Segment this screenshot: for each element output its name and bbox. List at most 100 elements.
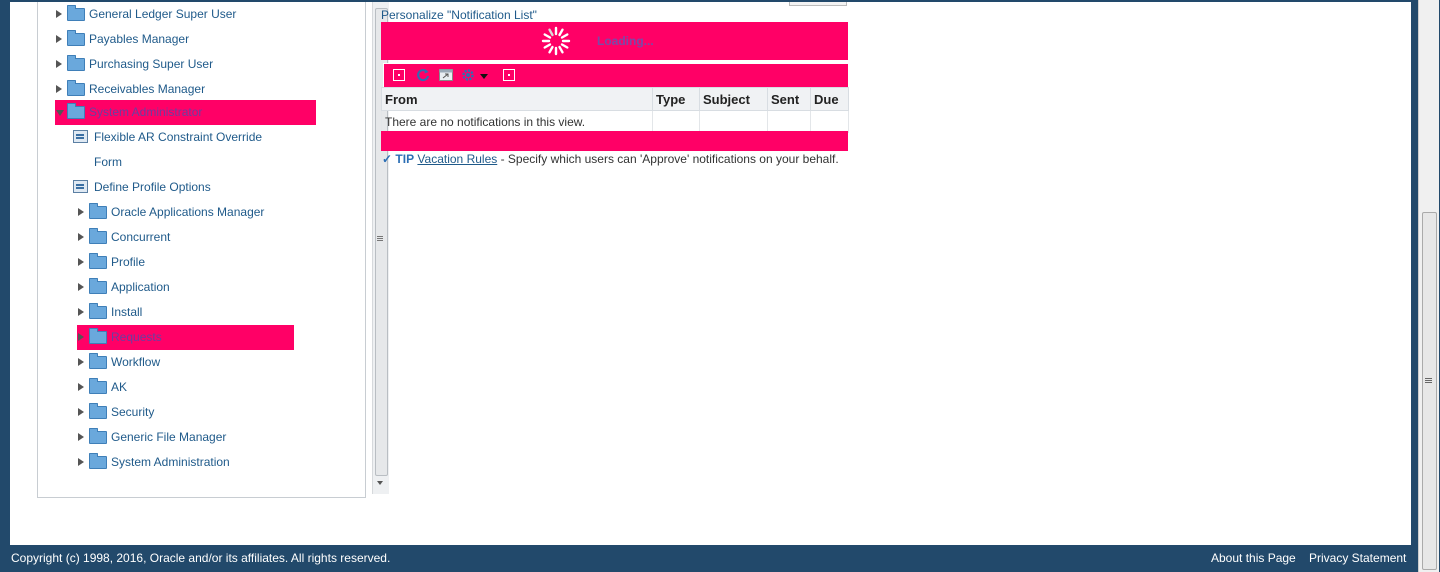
nav-item-label: Install — [111, 305, 143, 319]
detach-icon[interactable] — [439, 69, 453, 81]
table-footer-bar — [381, 131, 848, 151]
folder-icon — [89, 453, 107, 469]
table-row: There are no notifications in this view. — [381, 110, 849, 133]
expand-arrow-icon[interactable] — [78, 383, 84, 391]
folder-icon — [89, 303, 107, 319]
nav-item-oracle-applications-manager[interactable]: Oracle Applications Manager — [38, 200, 338, 225]
scroll-grip-icon — [377, 236, 383, 237]
nav-item-label: Concurrent — [111, 230, 171, 244]
folder-icon — [67, 30, 85, 46]
folder-icon — [89, 378, 107, 394]
nav-item-generic-file-manager[interactable]: Generic File Manager — [38, 425, 338, 450]
nav-item-system-administration[interactable]: System Administration — [38, 450, 338, 475]
refresh-icon[interactable] — [416, 68, 430, 82]
nav-item-payables-manager[interactable]: Payables Manager — [38, 27, 338, 52]
empty-message: There are no notifications in this view. — [381, 110, 653, 133]
nav-item-concurrent[interactable]: Concurrent — [38, 225, 338, 250]
nav-item-label: Profile — [111, 255, 146, 269]
checkmark-icon: ✓ — [382, 152, 393, 166]
nav-item-label: System Administration — [111, 455, 230, 469]
nav-item-ak[interactable]: AK — [38, 375, 338, 400]
column-header-sent[interactable]: Sent — [767, 87, 811, 111]
nav-item-label: Workflow — [111, 355, 161, 369]
nav-item-security[interactable]: Security — [38, 400, 338, 425]
select-all-checkbox[interactable] — [393, 69, 405, 81]
main-window: General Ledger Super User Payables Manag… — [10, 2, 1411, 545]
table-cell — [699, 110, 768, 133]
folder-icon — [89, 328, 107, 344]
worklist-toolbar — [383, 63, 849, 88]
column-header-from[interactable]: From — [381, 87, 653, 111]
nav-item-label: Security — [111, 405, 155, 419]
nav-item-label: Payables Manager — [89, 32, 190, 46]
nav-item-flexible-ar-constraint[interactable]: Flexible AR Constraint Override — [38, 125, 338, 150]
table-cell — [810, 110, 849, 133]
loading-overlay: Loading... — [381, 22, 848, 60]
nav-item-receivables-manager[interactable]: Receivables Manager — [38, 77, 338, 102]
nav-item-system-administrator[interactable]: System Administrator — [55, 100, 316, 125]
loading-text: Loading... — [597, 34, 654, 48]
nav-item-general-ledger[interactable]: General Ledger Super User — [38, 2, 338, 27]
nav-item-install[interactable]: Install — [38, 300, 338, 325]
page-scrollbar[interactable] — [1418, 0, 1439, 572]
expand-arrow-icon[interactable] — [56, 35, 62, 43]
expand-arrow-icon[interactable] — [78, 208, 84, 216]
navigator-panel: General Ledger Super User Payables Manag… — [37, 2, 389, 498]
footer: Copyright (c) 1998, 2016, Oracle and/or … — [0, 545, 1418, 572]
function-icon — [73, 130, 88, 143]
expand-arrow-icon[interactable] — [78, 358, 84, 366]
personalize-link[interactable]: Personalize "Notification List" — [381, 8, 537, 22]
top-button-edge[interactable] — [789, 2, 847, 6]
expand-arrow-icon[interactable] — [56, 85, 62, 93]
expand-arrow-icon[interactable] — [56, 10, 62, 18]
folder-icon — [67, 80, 85, 96]
folder-icon — [67, 103, 85, 119]
folder-icon — [67, 55, 85, 71]
tip-line: ✓ TIP Vacation Rules - Specify which use… — [382, 152, 839, 166]
scroll-grip-icon — [1425, 378, 1432, 379]
column-header-due[interactable]: Due — [810, 87, 849, 111]
expand-arrow-icon[interactable] — [56, 60, 62, 68]
folder-icon — [89, 403, 107, 419]
expand-arrow-icon[interactable] — [78, 333, 84, 341]
gear-icon[interactable] — [461, 68, 475, 82]
privacy-statement-link[interactable]: Privacy Statement — [1309, 551, 1406, 565]
nav-item-purchasing-super-user[interactable]: Purchasing Super User — [38, 52, 338, 77]
scroll-down-arrow-icon[interactable] — [377, 481, 383, 485]
scrollbar-thumb[interactable] — [1422, 212, 1437, 570]
column-header-type[interactable]: Type — [652, 87, 700, 111]
about-page-link[interactable]: About this Page — [1211, 551, 1296, 565]
function-icon — [73, 180, 88, 193]
nav-item-application[interactable]: Application — [38, 275, 338, 300]
expand-arrow-icon[interactable] — [78, 408, 84, 416]
expand-arrow-icon[interactable] — [78, 433, 84, 441]
table-cell — [767, 110, 811, 133]
chevron-down-icon[interactable] — [480, 74, 488, 79]
nav-item-define-profile-options[interactable]: Define Profile Options — [38, 175, 338, 200]
vacation-rules-link[interactable]: Vacation Rules — [417, 152, 497, 166]
column-header-subject[interactable]: Subject — [699, 87, 768, 111]
expand-arrow-icon[interactable] — [78, 233, 84, 241]
nav-item-label: Receivables Manager — [89, 82, 206, 96]
folder-icon — [67, 5, 85, 21]
nav-item-label: Generic File Manager — [111, 430, 227, 444]
collapse-arrow-icon[interactable] — [56, 110, 64, 116]
expand-arrow-icon[interactable] — [78, 458, 84, 466]
nav-item-label: Requests — [111, 330, 162, 344]
expand-arrow-icon[interactable] — [78, 283, 84, 291]
copyright-text: Copyright (c) 1998, 2016, Oracle and/or … — [11, 551, 391, 565]
nav-item-label: Flexible AR Constraint Override — [94, 130, 263, 144]
expand-arrow-icon[interactable] — [78, 258, 84, 266]
nav-item-profile[interactable]: Profile — [38, 250, 338, 275]
table-header-row: From Type Subject Sent Due — [381, 87, 849, 111]
folder-icon — [89, 278, 107, 294]
select-checkbox[interactable] — [503, 69, 515, 81]
nav-item-label: General Ledger Super User — [89, 7, 237, 21]
folder-icon — [89, 228, 107, 244]
nav-item-requests[interactable]: Requests — [77, 325, 294, 350]
nav-item-workflow[interactable]: Workflow — [38, 350, 338, 375]
nav-item-label: Define Profile Options — [94, 180, 211, 194]
nav-item-form-continuation[interactable]: Form — [38, 150, 338, 175]
expand-arrow-icon[interactable] — [78, 308, 84, 316]
table-cell — [652, 110, 700, 133]
